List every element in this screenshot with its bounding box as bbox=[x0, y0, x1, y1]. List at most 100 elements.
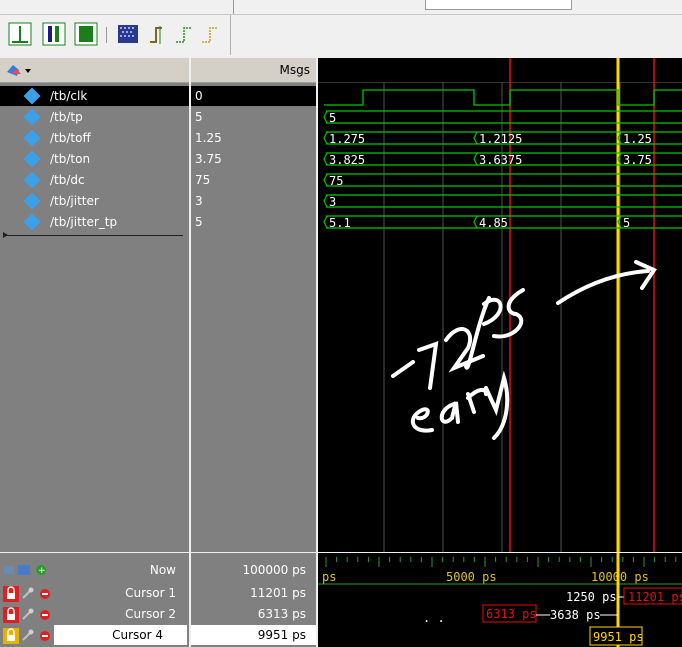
delta-1-label: 1250 ps bbox=[566, 590, 617, 604]
cursor-2-tag: 6313 ps bbox=[486, 607, 537, 621]
value-row[interactable]: 75 bbox=[191, 170, 316, 190]
signal-name: /tb/tp bbox=[50, 110, 83, 124]
bus-transition bbox=[473, 131, 478, 145]
value-row[interactable]: 3.75 bbox=[191, 149, 316, 169]
wave-step-icon[interactable] bbox=[146, 22, 170, 46]
signal-row-tp[interactable]: /tb/tp bbox=[0, 107, 189, 127]
bus-value-toff: 1.25 bbox=[623, 132, 652, 146]
annotation-stroke bbox=[484, 370, 510, 440]
bus-value-ton: 3.825 bbox=[329, 153, 365, 167]
signal-diamond-icon bbox=[23, 213, 41, 231]
wave-rise-icon[interactable] bbox=[172, 22, 196, 46]
bus-value-tp: 5 bbox=[329, 111, 336, 125]
annotation-stroke bbox=[439, 401, 460, 424]
signal-names-panel: /tb/clk/tb/tp/tb/toff/tb/ton/tb/dc/tb/ji… bbox=[0, 58, 189, 552]
ruler-dots: . . bbox=[423, 611, 445, 625]
value-text: 5 bbox=[195, 110, 203, 124]
signal-diamond-icon bbox=[23, 129, 41, 147]
value-text: 3.75 bbox=[195, 152, 222, 166]
handwritten-annotation bbox=[391, 260, 657, 440]
waveform-panel[interactable]: 5 1.275 1.2125 1.25 3.825 3.6375 3.75 75 3 5.1 4.8… bbox=[318, 58, 682, 552]
value-text: 75 bbox=[195, 173, 211, 187]
bus-value-dc: 75 bbox=[329, 174, 343, 188]
bus-value-ton: 3.6375 bbox=[479, 153, 522, 167]
cursor-lock-icon[interactable] bbox=[3, 607, 53, 626]
signal-diamond-icon bbox=[23, 108, 41, 126]
annotation-stroke bbox=[466, 387, 488, 414]
wave-toolbar bbox=[0, 15, 231, 55]
now-label: Now bbox=[149, 563, 176, 577]
cursor-label: Cursor 4 bbox=[54, 625, 187, 645]
signal-diamond-icon bbox=[23, 171, 41, 189]
cursor-4-tag: 9951 ps bbox=[593, 630, 644, 644]
wave-dots-icon[interactable] bbox=[116, 22, 140, 46]
cursor-value: 6313 ps bbox=[257, 607, 306, 621]
insert-marker-icon bbox=[3, 232, 8, 238]
bus-value-jitter: 3 bbox=[329, 195, 336, 209]
annotation-stroke bbox=[634, 260, 657, 290]
signal-name: /tb/dc bbox=[50, 173, 85, 187]
wave-cursor-icon[interactable] bbox=[8, 22, 32, 46]
signal-row-jitter[interactable]: /tb/jitter bbox=[0, 191, 189, 211]
value-row[interactable]: 1.25 bbox=[191, 128, 316, 148]
now-value: 100000 ps bbox=[242, 563, 307, 577]
clk-wave bbox=[324, 89, 682, 106]
toolbar-divider bbox=[106, 27, 107, 43]
value-text: 5 bbox=[195, 215, 203, 229]
cursor-label: Cursor 1 bbox=[125, 586, 176, 600]
bus-transition bbox=[323, 110, 328, 124]
annotation-stroke bbox=[482, 297, 503, 326]
annotation-stroke bbox=[556, 269, 650, 305]
signal-row-toff[interactable]: /tb/toff bbox=[0, 128, 189, 148]
signal-name: /tb/toff bbox=[50, 131, 91, 145]
annotation-stroke bbox=[417, 341, 439, 390]
time-ruler: ps 5000 ps 10000 ps 1250 ps 11201 ps 631… bbox=[318, 553, 682, 647]
wave-bars-icon[interactable] bbox=[42, 22, 66, 46]
signal-diamond-icon bbox=[23, 150, 41, 168]
values-header-label: Msgs bbox=[279, 63, 310, 77]
signal-diamond-icon bbox=[23, 192, 41, 210]
annotation-stroke bbox=[410, 407, 434, 433]
delta-2-label: 3638 ps bbox=[550, 608, 601, 622]
values-header: Msgs bbox=[191, 58, 316, 83]
signal-row-jitter_tp[interactable]: /tb/jitter_tp bbox=[0, 212, 189, 232]
value-row[interactable]: 5 bbox=[191, 107, 316, 127]
bus-value-jitter_tp: 5.1 bbox=[329, 216, 351, 230]
signal-values-panel: Msgs 0 5 1.25 3.75 75 3 5 bbox=[191, 58, 316, 552]
value-text: 0 bbox=[195, 89, 203, 103]
cursor-1-tag: 11201 ps bbox=[628, 590, 682, 604]
cursor-lock-icon[interactable] bbox=[3, 586, 53, 605]
signal-name: /tb/jitter_tp bbox=[50, 215, 118, 229]
now-icons: + bbox=[3, 563, 49, 580]
value-text: 3 bbox=[195, 194, 203, 208]
signal-row-ton[interactable]: /tb/ton bbox=[0, 149, 189, 169]
signal-row-dc[interactable]: /tb/dc bbox=[0, 170, 189, 190]
cursor-lock-icon[interactable] bbox=[3, 628, 53, 647]
bus-value-jitter_tp: 4.85 bbox=[479, 216, 508, 230]
cursor-label: Cursor 2 bbox=[125, 607, 176, 621]
ruler-label-5000: 5000 ps bbox=[446, 570, 497, 584]
names-divider bbox=[6, 235, 183, 236]
signal-row-clk[interactable]: /tb/clk bbox=[0, 86, 189, 106]
ruler-label-0: ps bbox=[322, 570, 336, 584]
signal-diamond-icon bbox=[23, 87, 41, 105]
ruler-label-10000: 10000 ps bbox=[591, 570, 649, 584]
toolbar-separator bbox=[233, 0, 234, 14]
annotation-stroke bbox=[391, 360, 415, 378]
bus-transition bbox=[473, 215, 478, 229]
toolbar-top bbox=[0, 0, 682, 15]
value-row[interactable]: 0 bbox=[191, 86, 316, 106]
signal-name: /tb/clk bbox=[50, 89, 88, 103]
signal-name: /tb/ton bbox=[50, 152, 91, 166]
add-wave-icon[interactable] bbox=[5, 62, 31, 82]
bus-transition bbox=[323, 215, 328, 229]
search-field[interactable] bbox=[425, 0, 572, 10]
bus-transition bbox=[323, 173, 328, 187]
waveform-canvas[interactable]: 5 1.275 1.2125 1.25 3.825 3.6375 3.75 75 3 5.1 4.8… bbox=[318, 58, 682, 552]
cursor-value: 11201 ps bbox=[250, 586, 306, 600]
value-row[interactable]: 3 bbox=[191, 191, 316, 211]
wave-fill-icon[interactable] bbox=[74, 22, 98, 46]
bus-value-jitter_tp: 5 bbox=[623, 216, 630, 230]
value-row[interactable]: 5 bbox=[191, 212, 316, 232]
wave-fall-icon[interactable] bbox=[198, 22, 222, 46]
